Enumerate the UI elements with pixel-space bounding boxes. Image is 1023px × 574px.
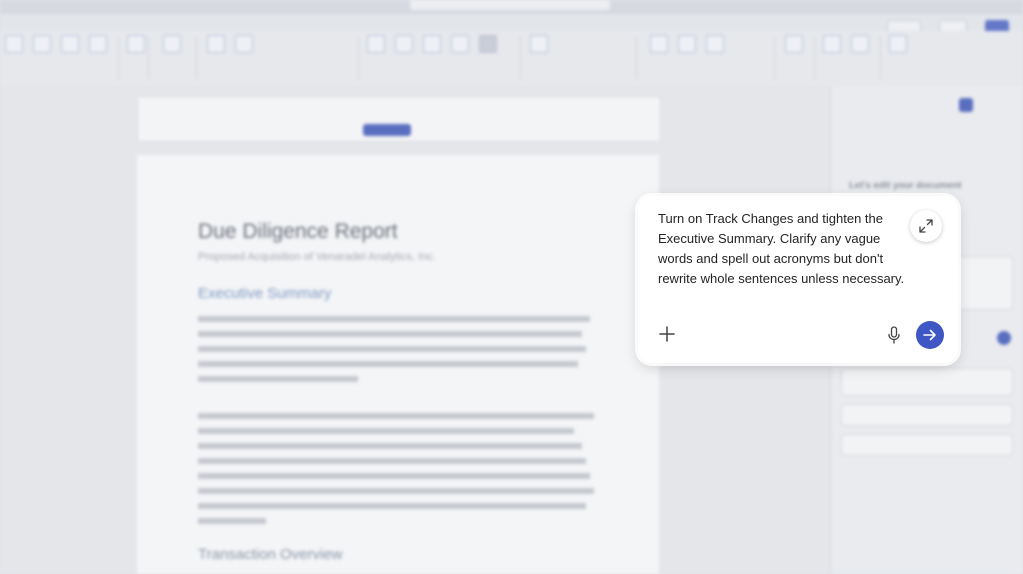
microphone-icon bbox=[888, 326, 900, 344]
prompt-suggestion-1 bbox=[841, 368, 1013, 396]
chat-composer[interactable]: Turn on Track Changes and tighten the Ex… bbox=[638, 196, 958, 363]
prompt-suggestion-2 bbox=[841, 404, 1013, 426]
paragraph-2 bbox=[198, 409, 598, 529]
expand-button[interactable] bbox=[910, 210, 942, 242]
section-heading-executive-summary: Executive Summary bbox=[198, 285, 332, 302]
send-button[interactable] bbox=[916, 321, 944, 349]
document-title: Due Diligence Report bbox=[198, 220, 398, 243]
document-subtitle: Proposed Acquisition of Venaradel Analyt… bbox=[198, 251, 436, 263]
paragraph-1 bbox=[198, 312, 598, 392]
expand-icon bbox=[919, 219, 933, 233]
plus-icon bbox=[659, 326, 675, 342]
add-attachment-button[interactable] bbox=[656, 323, 678, 345]
side-panel-heading: Let's edit your document bbox=[849, 180, 962, 191]
title-search-box bbox=[410, 0, 610, 10]
panel-icon bbox=[959, 98, 973, 112]
section-heading-transaction-overview: Transaction Overview bbox=[198, 546, 343, 563]
prompt-suggestion-3 bbox=[841, 434, 1013, 456]
title-bar bbox=[0, 0, 1023, 14]
arrow-right-icon bbox=[923, 329, 936, 341]
menu-bar bbox=[0, 14, 1023, 35]
microphone-button[interactable] bbox=[884, 324, 904, 346]
summary-banner bbox=[137, 96, 661, 142]
view-more-button bbox=[363, 124, 411, 136]
panel-send-dot bbox=[997, 331, 1011, 345]
document-page: Due Diligence Report Proposed Acquisitio… bbox=[137, 155, 659, 574]
ribbon bbox=[0, 31, 1023, 87]
composer-message[interactable]: Turn on Track Changes and tighten the Ex… bbox=[658, 209, 910, 289]
